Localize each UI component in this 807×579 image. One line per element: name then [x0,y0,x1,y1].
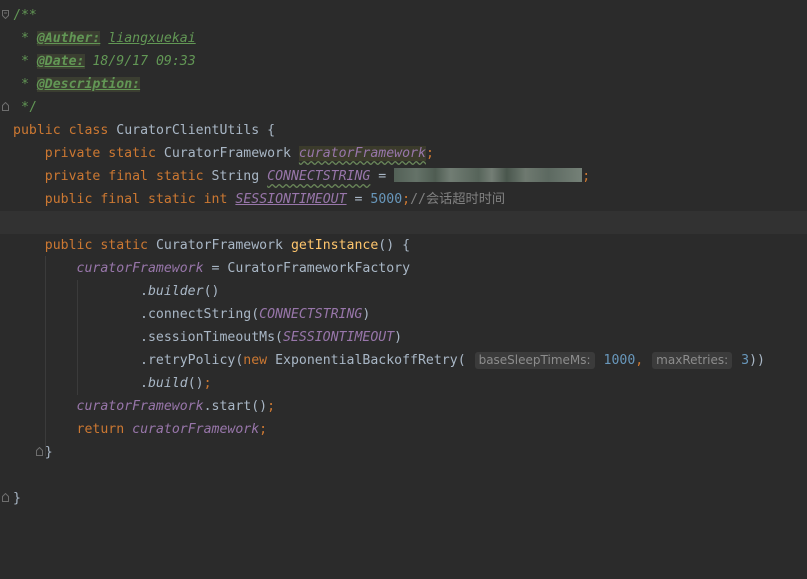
code-line[interactable]: } [0,487,807,510]
field-sessiontimeout[interactable]: SESSIONTIMEOUT [235,192,346,207]
number-literal: 5000 [370,192,403,207]
code-line[interactable]: /** [0,4,807,27]
code-line[interactable]: .builder() [0,280,807,303]
method-connect-string[interactable]: connectString [148,307,251,322]
keyword: final [100,192,141,207]
field-connectstring[interactable]: CONNECTSTRING [259,307,362,322]
doc-star: * [20,54,29,69]
keyword: private [44,146,101,161]
code-line[interactable]: * @Description: [0,73,807,96]
type-name[interactable]: CuratorFramework [156,238,283,253]
line-comment: //会话超时时间 [410,192,506,207]
code-line[interactable]: public static CuratorFramework getInstan… [0,234,807,257]
method-start[interactable]: start [212,399,252,414]
doc-comment-open: /** [13,8,37,23]
code-line[interactable] [0,464,807,487]
code-line[interactable]: return curatorFramework; [0,418,807,441]
type-name[interactable]: String [212,169,260,184]
code-line[interactable]: .build(); [0,372,807,395]
doc-value-auther: liangxuekai [108,31,196,46]
keyword: static [100,238,148,253]
field-curator-framework[interactable]: curatorFramework [77,399,204,414]
keyword: return [76,422,125,437]
doc-tag-description: @Description: [36,77,141,92]
fold-icon[interactable] [2,10,9,19]
caret-line[interactable] [0,211,807,234]
code-line[interactable]: * @Auther: liangxuekai [0,27,807,50]
code-line[interactable]: private final static String CONNECTSTRIN… [0,165,807,188]
field-connectstring[interactable]: CONNECTSTRING [267,169,370,184]
type-name[interactable]: CuratorFrameworkFactory [227,261,410,276]
code-line[interactable]: */ [0,96,807,119]
code-line[interactable]: public class CuratorClientUtils { [0,119,807,142]
field-curator-framework[interactable]: curatorFramework [77,261,204,276]
redacted-value [394,168,583,182]
field-curator-framework[interactable]: curatorFramework [132,422,259,437]
method-get-instance[interactable]: getInstance [291,238,378,253]
keyword: private [44,169,101,184]
code-editor[interactable]: /** * @Auther: liangxuekai * @Date: 18/9… [0,0,807,512]
fold-icon[interactable] [2,102,9,111]
keyword: public [13,123,61,138]
doc-value-date: 18/9/17 09:33 [92,54,196,69]
doc-star: * [20,31,29,46]
code-line[interactable]: } [0,441,807,464]
keyword: static [148,192,196,207]
field-curator-framework[interactable]: curatorFramework [298,146,426,161]
keyword: class [68,123,109,138]
code-line[interactable]: private static CuratorFramework curatorF… [0,142,807,165]
code-line[interactable]: curatorFramework.start(); [0,395,807,418]
keyword: final [108,169,148,184]
fold-icon[interactable] [2,493,9,502]
keyword: static [108,146,156,161]
doc-tag-date: @Date: [36,54,85,69]
code-line[interactable]: public final static int SESSIONTIMEOUT =… [0,188,807,211]
method-build[interactable]: build [148,376,188,391]
code-line[interactable]: curatorFramework = CuratorFrameworkFacto… [0,257,807,280]
doc-comment-close: */ [20,100,37,115]
parameter-hint: baseSleepTimeMs: [474,352,595,369]
method-retry-policy[interactable]: retryPolicy [148,353,235,368]
code-line[interactable]: .retryPolicy(new ExponentialBackoffRetry… [0,349,807,372]
type-name[interactable]: ExponentialBackoffRetry [275,353,458,368]
keyword: static [155,169,204,184]
code-line[interactable]: .sessionTimeoutMs(SESSIONTIMEOUT) [0,326,807,349]
method-session-timeout[interactable]: sessionTimeoutMs [148,330,275,345]
code-line[interactable]: * @Date: 18/9/17 09:33 [0,50,807,73]
type-name[interactable]: CuratorFramework [164,146,291,161]
keyword: public [44,238,93,253]
keyword: new [243,353,268,368]
code-line[interactable]: .connectString(CONNECTSTRING) [0,303,807,326]
number-literal: 3 [741,353,750,368]
doc-star: * [20,77,29,92]
method-builder[interactable]: builder [148,284,204,299]
parameter-hint: maxRetries: [652,352,733,369]
class-name[interactable]: CuratorClientUtils [116,123,259,138]
number-literal: 1000 [603,353,636,368]
keyword: public [44,192,93,207]
doc-tag-auther: @Auther: [36,31,101,46]
field-sessiontimeout[interactable]: SESSIONTIMEOUT [283,330,394,345]
keyword: int [203,192,228,207]
